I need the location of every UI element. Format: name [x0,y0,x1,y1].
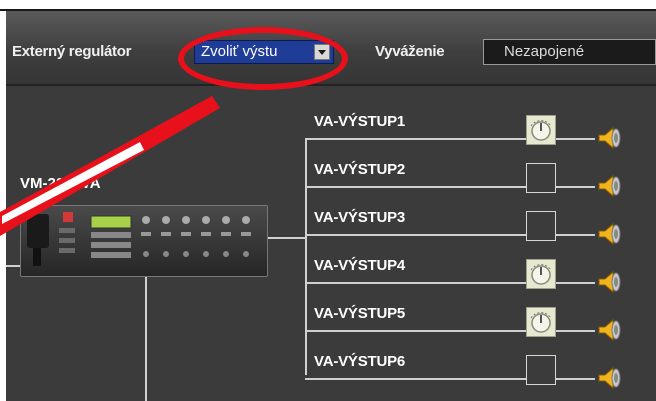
speaker-icon [598,174,621,198]
balance-label: Vyváženie [375,43,445,60]
output-label-1: VA-VÝSTUP1 [314,113,406,130]
volume-control-empty[interactable] [526,163,556,193]
volume-knob-icon[interactable] [526,115,556,145]
screenshot: Externý regulátor Zvoliť výstu Vyváženie… [0,0,656,401]
speaker-icon [598,126,621,150]
volume-knob-icon[interactable] [526,259,556,289]
device-down-wire [145,277,147,401]
output-label-5: VA-VÝSTUP5 [314,305,406,322]
device-name: VM-2000VA [20,175,101,192]
balance-value: Nezapojené [504,43,585,60]
bus-wire [305,138,307,375]
highlight-callout [178,27,348,90]
volume-knob-icon[interactable] [526,307,556,337]
device-left-wire [6,265,20,267]
output-label-6: VA-VÝSTUP6 [314,353,406,370]
output-label-4: VA-VÝSTUP4 [314,257,406,274]
device-link-wire [268,237,306,239]
amplifier-device[interactable] [20,205,268,277]
amplifier-panel-icon [27,212,251,266]
output-label-3: VA-VÝSTUP3 [314,209,406,226]
balance-field[interactable]: Nezapojené [483,39,656,65]
output-label-2: VA-VÝSTUP2 [314,161,406,178]
volume-control-empty[interactable] [526,211,556,241]
volume-control-empty[interactable] [526,355,556,385]
speaker-icon [598,222,621,246]
external-regulator-label: Externý regulátor [12,43,132,60]
speaker-icon [598,318,621,342]
speaker-icon [598,270,621,294]
speaker-icon [598,366,621,390]
